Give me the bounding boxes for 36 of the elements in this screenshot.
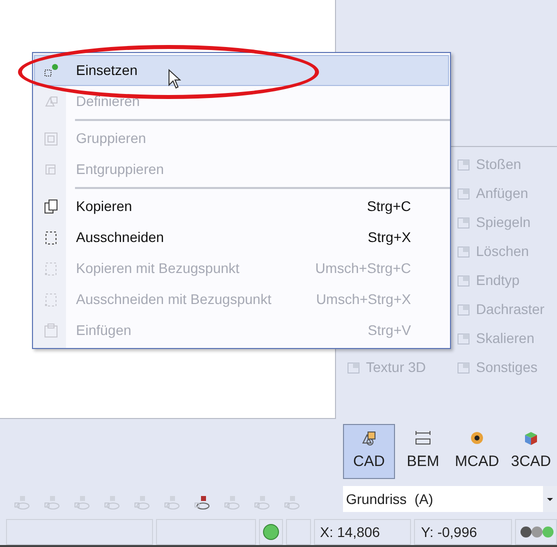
dropdown-value: Grundriss (A) — [346, 490, 434, 509]
menu-item-icon — [43, 322, 59, 338]
menu-item-icon — [43, 230, 59, 246]
menu-item-icon — [43, 94, 59, 110]
status-cell — [286, 519, 311, 545]
tool-icon — [456, 214, 472, 230]
tool-icon — [456, 360, 472, 376]
menu-item-icon — [43, 292, 59, 308]
menu-item-icon — [43, 62, 59, 78]
mode-icon — [360, 429, 378, 448]
tool-icon — [456, 330, 472, 346]
traffic-light-icon — [520, 526, 556, 538]
tool-icon — [456, 186, 472, 202]
x-coordinate: X: 14,806 — [320, 522, 380, 542]
tool-icon — [456, 302, 472, 318]
mode-tab[interactable]: BEM — [397, 424, 449, 479]
menu-item-icon — [43, 260, 59, 276]
cursor-icon — [168, 69, 181, 89]
mode-tab[interactable]: CAD — [343, 424, 395, 479]
tool-icon — [456, 156, 472, 172]
mode-tab[interactable]: MCAD — [451, 424, 503, 479]
menu-item-icon — [43, 198, 59, 214]
mode-tab[interactable]: 3CAD — [505, 424, 557, 479]
tool-icon — [456, 272, 472, 288]
mode-icon — [522, 429, 540, 448]
toolbar-icon[interactable] — [194, 495, 212, 511]
status-dot-icon — [263, 524, 279, 540]
mode-icon — [414, 429, 432, 448]
menu-item[interactable]: Einsetzen — [34, 55, 449, 86]
menu-item-icon — [43, 130, 59, 146]
menu-item[interactable]: Kopieren Strg+C — [34, 191, 449, 222]
y-coordinate: Y: -0,996 — [421, 522, 478, 542]
menu-item[interactable]: Ausschneiden Strg+X — [34, 222, 449, 253]
view-dropdown[interactable]: Grundriss (A) — [343, 486, 557, 512]
tool-icon — [456, 244, 472, 260]
tool-icon — [346, 360, 362, 376]
